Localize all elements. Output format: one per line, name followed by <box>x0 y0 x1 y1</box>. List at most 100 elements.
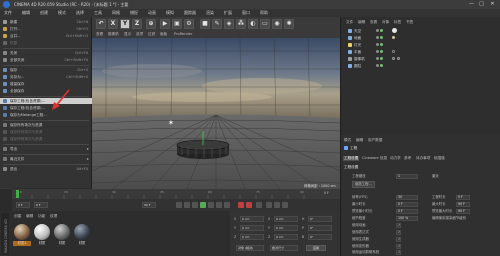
attr-menu-user-data[interactable]: 用户数据 <box>368 138 382 143</box>
camera-icon[interactable]: ◉ <box>272 19 282 29</box>
scale-key-icon[interactable] <box>282 202 288 208</box>
minimize-button[interactable]: — <box>468 1 475 8</box>
object-menu-file[interactable]: 文件 <box>346 20 353 25</box>
object-row[interactable]: 圆柱 <box>346 63 496 69</box>
material-tag-icon[interactable] <box>392 36 395 39</box>
viewport-menu-panel[interactable]: 面板 <box>160 32 167 37</box>
material-tag-icon[interactable] <box>392 57 395 60</box>
material-swatch[interactable] <box>54 224 70 240</box>
apply-button[interactable]: 应用 <box>306 245 326 251</box>
use-generators-checkbox[interactable]: ✓ <box>396 237 401 242</box>
attr-menu-mode[interactable]: 模式 <box>344 138 351 143</box>
menu-item-save-project-with-assets[interactable]: 保存工程(包含资源)... <box>0 98 92 104</box>
material-swatch[interactable] <box>34 224 50 240</box>
z-axis-button[interactable]: Z <box>132 19 142 29</box>
tab-todo[interactable]: 待办事项 <box>416 156 430 161</box>
object-menu-view[interactable]: 查看 <box>370 20 377 25</box>
visibility-dot-icon[interactable] <box>376 64 379 67</box>
3d-viewport[interactable]: ✶ <box>92 31 340 189</box>
project-scale-unit-select[interactable]: 厘米 <box>432 173 439 180</box>
object-row[interactable]: 天空 <box>346 28 496 34</box>
enabled-check-icon[interactable] <box>380 50 383 53</box>
menu-edit[interactable]: 编辑 <box>22 10 30 16</box>
menu-mesh[interactable]: 网格 <box>112 10 120 16</box>
enabled-check-icon[interactable] <box>380 64 383 67</box>
visibility-dot-icon[interactable] <box>376 43 379 46</box>
tab-project-settings[interactable]: 工程设置 <box>343 156 360 161</box>
x-axis-button[interactable]: X <box>108 19 118 29</box>
coord-pos-z-field[interactable]: 0 cm <box>240 234 264 240</box>
menu-item-open[interactable]: 打开... Ctrl+O <box>0 26 92 32</box>
coord-size-mode-select[interactable]: 绝对尺寸 <box>270 245 298 251</box>
fps-field[interactable]: 30 <box>396 195 418 200</box>
viewport-menu-filter[interactable]: 过滤 <box>148 32 155 37</box>
project-scale-field[interactable]: 1 <box>396 174 418 179</box>
menu-select[interactable]: 选择 <box>76 10 84 16</box>
menu-item-merge[interactable]: 合并... Ctrl+Shift+O <box>0 33 92 39</box>
menu-animate[interactable]: 动画 <box>148 10 156 16</box>
object-menu-edit[interactable]: 编辑 <box>358 20 365 25</box>
menu-file[interactable]: 文件 <box>4 10 12 16</box>
scale-project-button[interactable]: 缩放工程... <box>352 181 375 188</box>
use-motion-system-checkbox[interactable]: ✓ <box>396 250 401 255</box>
autokey-icon[interactable] <box>246 202 252 208</box>
menu-simulate[interactable]: 模拟 <box>166 10 174 16</box>
render-view-icon[interactable]: ▶ <box>160 19 170 29</box>
pen-icon[interactable]: ✎ <box>212 19 222 29</box>
menu-item-new[interactable]: 新建 Ctrl+N <box>0 19 92 25</box>
maximize-button[interactable]: □ <box>478 1 485 8</box>
menu-item-close-all[interactable]: 全部关闭 Ctrl+Shift+F4 <box>0 57 92 63</box>
coord-rot-p-field[interactable]: 0° <box>308 225 332 231</box>
coord-mode-select[interactable]: 对象 (相对) <box>236 245 264 251</box>
subdivision-icon[interactable]: ◈ <box>224 19 234 29</box>
menu-mode[interactable]: 模式 <box>58 10 66 16</box>
coord-pos-x-field[interactable]: 0 cm <box>240 216 264 222</box>
tab-reference[interactable]: 参考 <box>404 156 411 161</box>
menu-item-save[interactable]: 保存 Ctrl+S <box>0 67 92 73</box>
tab-frame-interpolation[interactable]: 帧插值 <box>434 156 445 161</box>
coord-pos-y-field[interactable]: 0 cm <box>240 225 264 231</box>
viewport-menu-camera[interactable]: 摄像机 <box>108 32 119 37</box>
coord-rot-b-field[interactable]: 0° <box>308 234 332 240</box>
prev-key-icon[interactable] <box>184 202 190 208</box>
next-key-icon[interactable] <box>216 202 222 208</box>
menu-item-save-takes-2[interactable]: 保存所有场次与资源 <box>0 129 92 135</box>
object-menu-bookmarks[interactable]: 书签 <box>406 20 413 25</box>
render-settings-icon[interactable]: ⚙ <box>184 19 194 29</box>
viewport-menu-options[interactable]: 选项 <box>136 32 143 37</box>
tab-cineware[interactable]: Cineware <box>362 156 379 160</box>
project-time-field[interactable]: 0 F <box>456 195 470 200</box>
preview-min-time-field[interactable]: 0 F <box>396 209 418 214</box>
object-row[interactable]: 灯光 <box>346 42 496 48</box>
keyframe-selection-icon[interactable] <box>256 202 262 208</box>
enabled-check-icon[interactable] <box>380 57 383 60</box>
menu-create[interactable]: 创建 <box>40 10 48 16</box>
material-menu-create[interactable]: 创建 <box>14 214 21 219</box>
menu-tracker[interactable]: 跟踪器 <box>184 10 196 16</box>
frame-start-field[interactable]: 0 F <box>16 202 30 208</box>
visibility-dot-icon[interactable] <box>376 36 379 39</box>
material-swatch[interactable] <box>74 224 90 240</box>
material-tag-icon[interactable] <box>397 57 400 60</box>
level-of-detail-field[interactable]: 100 % <box>396 216 418 221</box>
menu-item-quit[interactable]: 退出 Alt+F4 <box>0 166 92 172</box>
coord-rot-h-field[interactable]: 0° <box>308 216 332 222</box>
menu-item-save-project-with-assets-2[interactable]: 保存工程(包含资源)... <box>0 105 92 111</box>
menu-item-save-melange[interactable]: 保存为Melange工程... <box>0 112 92 118</box>
rotate-key-icon[interactable] <box>274 202 280 208</box>
menu-item-close[interactable]: 关闭 Ctrl+F4 <box>0 50 92 56</box>
menu-item-recent-files[interactable]: 最近文件 ▸ <box>0 156 92 162</box>
frame-end-field[interactable]: 90 F <box>142 202 156 208</box>
tab-info[interactable]: 信息 <box>380 156 387 161</box>
menu-extensions[interactable]: 扩展 <box>224 10 232 16</box>
viewport-menu-display[interactable]: 显示 <box>124 32 131 37</box>
goto-start-icon[interactable] <box>176 202 182 208</box>
enabled-check-icon[interactable] <box>380 43 383 46</box>
coordinate-system-icon[interactable]: ⊕ <box>146 19 156 29</box>
floor-icon[interactable]: ▭ <box>260 19 270 29</box>
deformer-icon[interactable]: ◐ <box>248 19 258 29</box>
coord-size-z-field[interactable]: 0 cm <box>274 234 298 240</box>
play-icon[interactable] <box>200 202 206 208</box>
viewport-menu-prorender[interactable]: ProRender <box>174 32 193 36</box>
material-swatch[interactable] <box>14 224 30 240</box>
